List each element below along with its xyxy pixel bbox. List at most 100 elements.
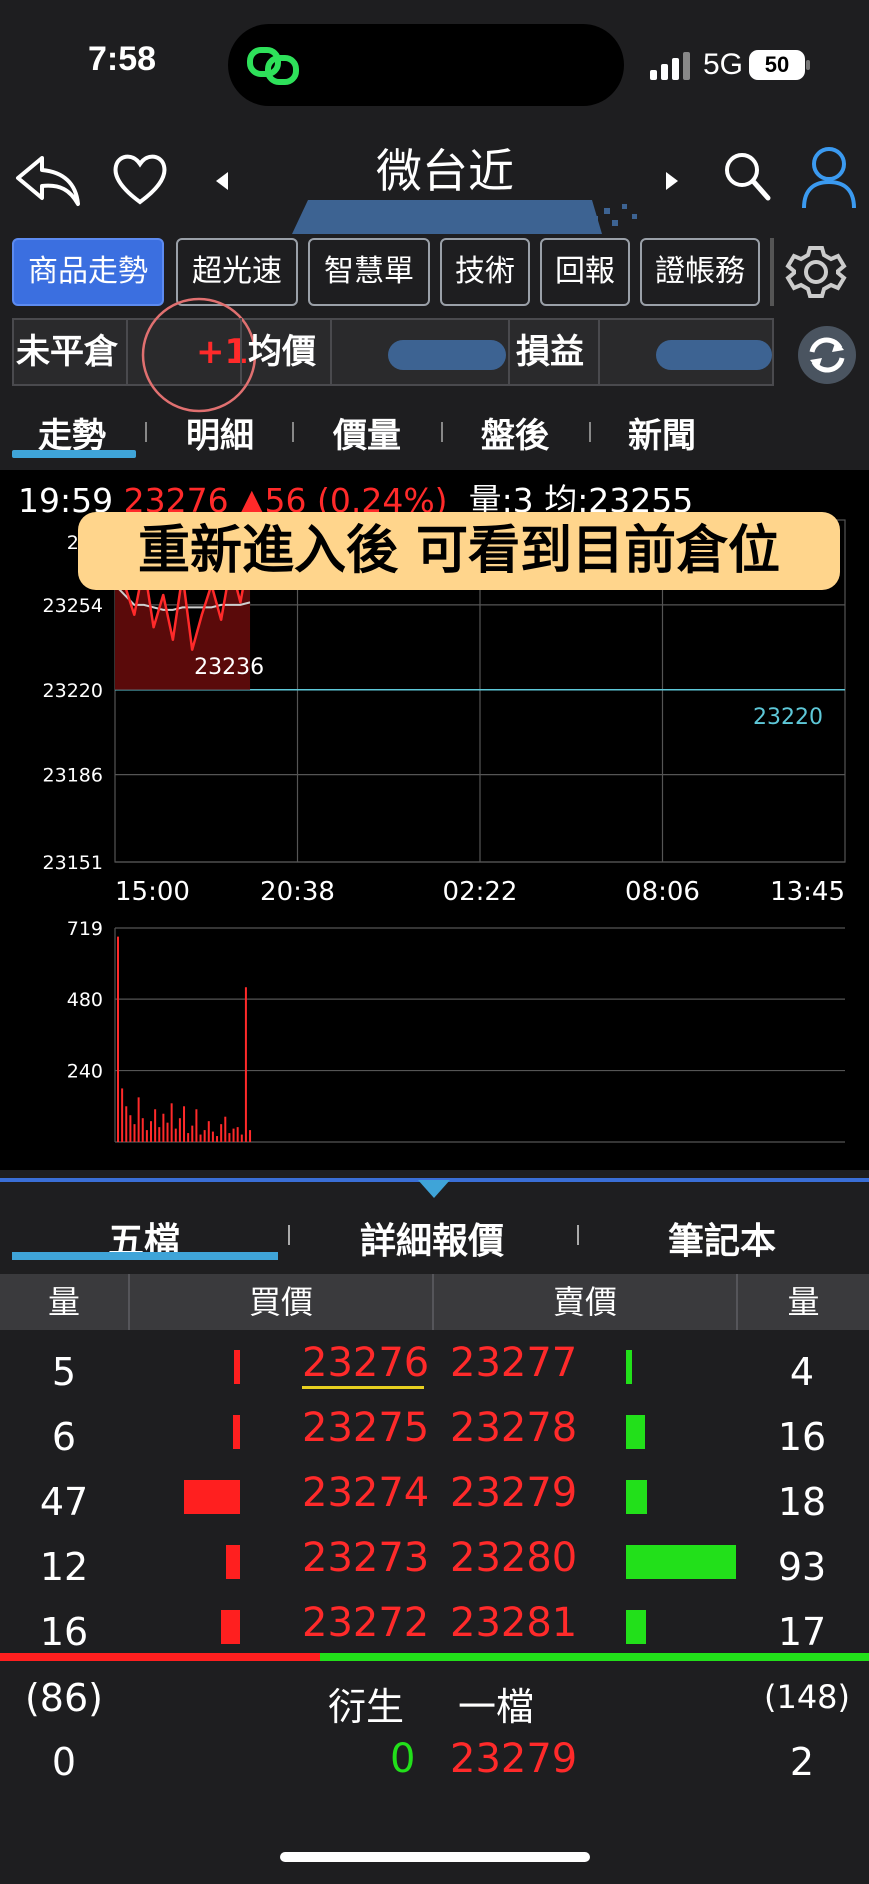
x-tick-label: 13:45	[770, 877, 845, 905]
header-ask-price: 賣價	[552, 1283, 617, 1321]
contract-info-redacted	[292, 200, 652, 234]
price-point	[171, 638, 175, 642]
bid-price[interactable]: 23274	[302, 1470, 429, 1516]
tab-technical[interactable]: 技術	[440, 238, 530, 306]
price-point	[152, 626, 155, 629]
divider	[145, 422, 147, 442]
x-tick-label: 20:38	[260, 877, 335, 905]
ask-price[interactable]: 23278	[450, 1405, 577, 1451]
bid-ratio-bar	[0, 1653, 320, 1661]
one-level-label: 一檔	[458, 1685, 535, 1729]
divider	[441, 422, 443, 442]
panel-drag-handle[interactable]	[418, 1180, 450, 1198]
price-point	[219, 618, 223, 622]
bid-qty: 6	[51, 1415, 77, 1459]
signal-icon	[650, 52, 690, 80]
y-tick-label: 23220	[43, 680, 103, 702]
tab-smart-order[interactable]: 智慧單	[308, 238, 430, 306]
prev-product-icon[interactable]	[212, 170, 232, 192]
back-arrow-icon[interactable]	[12, 150, 82, 210]
price-point	[190, 648, 194, 652]
ask-price[interactable]: 23279	[450, 1470, 577, 1516]
tab-detailed-quote[interactable]: 詳細報價	[360, 1212, 504, 1264]
home-indicator[interactable]	[280, 1852, 590, 1862]
y-tick-label: 23254	[43, 595, 103, 617]
header-bid-qty: 量	[47, 1283, 80, 1321]
tab-notebook[interactable]: 筆記本	[668, 1212, 776, 1264]
tab-securities-account[interactable]: 證帳務	[640, 238, 760, 306]
ask-qty-bar	[626, 1480, 647, 1514]
divider	[589, 422, 591, 442]
bid-qty: 12	[39, 1545, 89, 1589]
subtab-after-hours[interactable]: 盤後	[481, 408, 549, 457]
ask-qty-bar	[626, 1350, 632, 1384]
volume-tick-label: 240	[67, 1061, 103, 1083]
bid-qty-bar	[233, 1415, 240, 1449]
bid-price[interactable]: 23273	[302, 1535, 429, 1581]
ask-price[interactable]: 23280	[450, 1535, 577, 1581]
divider	[240, 318, 242, 386]
ask-price[interactable]: 23277	[450, 1340, 577, 1386]
last-price-underline	[302, 1386, 424, 1389]
annotation-banner: 重新進入後 可看到目前倉位	[78, 512, 840, 590]
subtab-news[interactable]: 新聞	[628, 408, 696, 457]
bid-price[interactable]: 23272	[302, 1600, 429, 1646]
price-point	[239, 601, 242, 604]
price-point	[162, 593, 165, 597]
bid-qty-bar	[221, 1610, 240, 1644]
search-icon[interactable]	[722, 150, 774, 206]
x-tick-label: 02:22	[443, 877, 518, 905]
ask-qty: 17	[777, 1610, 827, 1654]
avg-price-redacted	[388, 340, 506, 370]
volume-tick-label: 719	[67, 918, 103, 940]
heart-icon[interactable]	[110, 150, 170, 206]
bid-qty-bar	[226, 1545, 240, 1579]
ask-qty-bar	[626, 1545, 736, 1579]
bid-price[interactable]: 23276	[302, 1340, 429, 1386]
bid-qty-bar	[184, 1480, 240, 1514]
y-tick-label: 23151	[43, 852, 103, 874]
x-tick-label: 15:00	[115, 877, 190, 905]
divider	[598, 318, 600, 386]
ask-price[interactable]: 23281	[450, 1600, 577, 1646]
price-point	[200, 613, 204, 617]
open-position-label: 未平倉	[16, 332, 118, 372]
derived-bid-qty: 0	[51, 1740, 77, 1784]
ask-qty: 18	[777, 1480, 827, 1524]
refresh-button[interactable]	[798, 326, 856, 384]
bid-qty: 5	[51, 1350, 77, 1394]
battery-icon: 50	[749, 50, 805, 80]
subtab-underline	[12, 450, 136, 458]
subtab-price-volume[interactable]: 價量	[333, 408, 401, 457]
user-icon[interactable]	[800, 144, 858, 210]
reference-label: 23220	[753, 705, 823, 730]
derived-bid: 0	[390, 1736, 416, 1782]
bid-qty-bar	[234, 1350, 240, 1384]
derived-ask-qty: 2	[789, 1740, 815, 1784]
gear-icon[interactable]	[782, 238, 850, 306]
avg-price-label: 均價	[248, 332, 316, 372]
app-root: 7:58 5G 50 微台近 商品走勢 超光速 智慧單 技術 回報 證帳務 未平…	[0, 0, 869, 1884]
volume-chart: 719 480 240	[67, 918, 845, 1143]
ask-qty-bar	[626, 1415, 645, 1449]
bid-total: (86)	[24, 1676, 103, 1720]
ask-qty: 16	[777, 1415, 827, 1459]
ask-qty: 93	[777, 1545, 827, 1589]
low-price-label: 23236	[194, 655, 264, 680]
pnl-label: 損益	[516, 332, 584, 372]
divider	[330, 318, 332, 386]
tab-report[interactable]: 回報	[540, 238, 630, 306]
next-product-icon[interactable]	[662, 170, 682, 192]
price-point	[133, 613, 136, 617]
bottom-tab-underline	[12, 1252, 278, 1260]
subtab-detail[interactable]: 明細	[186, 408, 254, 457]
bid-price[interactable]: 23275	[302, 1405, 429, 1451]
refresh-icon	[809, 337, 845, 373]
divider	[577, 1225, 579, 1245]
divider	[508, 318, 510, 386]
x-tick-label: 08:06	[625, 877, 700, 905]
ask-qty: 4	[789, 1350, 815, 1394]
volume-tick-label: 480	[67, 989, 103, 1011]
header-ask-qty: 量	[787, 1283, 820, 1321]
pnl-redacted	[656, 340, 772, 370]
